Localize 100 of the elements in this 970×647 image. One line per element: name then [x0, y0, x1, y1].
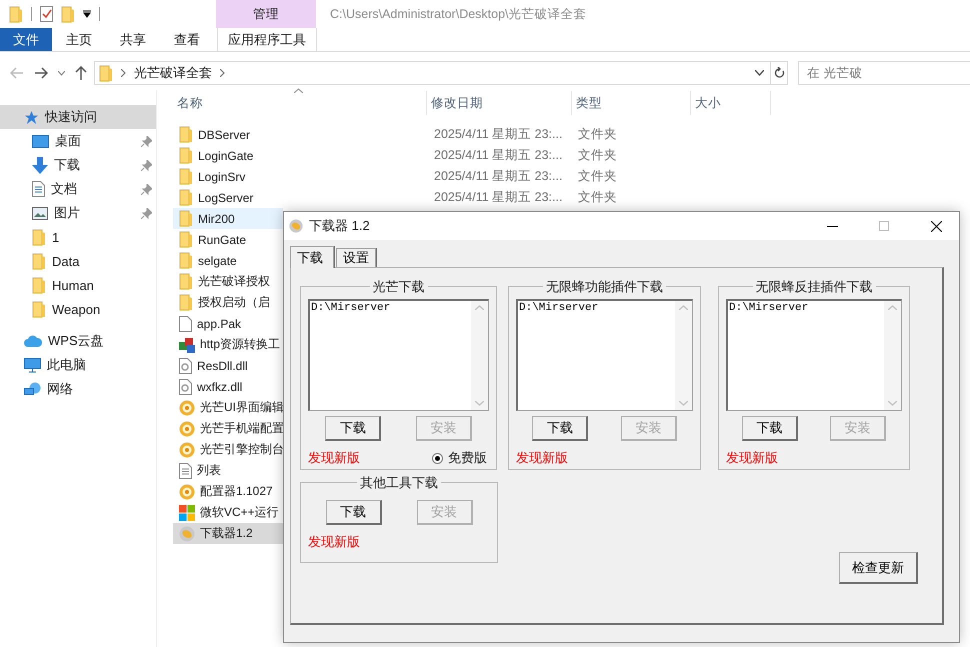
folder-icon — [179, 168, 193, 185]
column-header[interactable]: 类型 — [572, 91, 691, 115]
nav-item[interactable]: Data — [0, 249, 156, 273]
ribbon-tab[interactable]: 主页 — [52, 28, 106, 51]
back-arrow-icon[interactable] — [10, 67, 24, 79]
tab[interactable]: 设置 — [336, 248, 376, 267]
file-row[interactable]: Mir200 — [173, 208, 283, 229]
folder-icon — [99, 64, 114, 82]
nav-item[interactable]: 文档 — [0, 177, 156, 201]
update-notice: 发现新版 — [516, 449, 568, 467]
new-folder-icon — [61, 6, 75, 22]
nav-item[interactable]: 此电脑 — [0, 353, 156, 377]
app-icon — [179, 336, 195, 352]
file-row[interactable]: ResDll.dll — [173, 355, 283, 376]
file-row[interactable]: LoginSrv 2025/4/11 星期五 23:... 文件夹 — [173, 166, 773, 187]
path-text-area[interactable]: D:\Mirserver — [726, 299, 902, 411]
file-row[interactable]: 光芒破译授权 — [173, 271, 283, 292]
file-name: LogServer — [198, 190, 254, 204]
gear-app-icon — [179, 484, 195, 500]
scroll-up-icon[interactable] — [475, 305, 484, 310]
chevron-down-icon[interactable] — [755, 70, 764, 76]
file-row[interactable]: 配置器1.1027 — [173, 481, 283, 502]
close-icon — [930, 220, 942, 232]
properties-icon[interactable] — [40, 6, 53, 22]
file-name: DBServer — [198, 128, 250, 142]
network-icon — [24, 382, 41, 396]
scroll-down-icon[interactable] — [888, 401, 897, 406]
file-row[interactable]: 光芒手机端配置 — [173, 418, 283, 439]
radio-button[interactable] — [432, 452, 443, 464]
chevron-down-icon[interactable] — [58, 70, 65, 76]
nav-item[interactable]: 桌面 — [0, 129, 156, 153]
file-name: 配置器1.1027 — [200, 483, 273, 500]
file-row[interactable]: LogServer 2025/4/11 星期五 23:... 文件夹 — [173, 187, 773, 208]
scrollbar[interactable] — [884, 301, 901, 410]
file-row[interactable]: 下载器1.2 — [173, 523, 283, 544]
address-bar[interactable]: 光芒破译全套 — [94, 61, 772, 85]
file-row[interactable]: DBServer 2025/4/11 星期五 23:... 文件夹 — [173, 124, 773, 145]
ribbon-tab[interactable]: 查看 — [160, 28, 214, 51]
file-name: 下载器1.2 — [200, 525, 253, 542]
refresh-icon[interactable] — [774, 67, 785, 79]
scrollbar[interactable] — [675, 301, 692, 410]
file-row[interactable]: wxfkz.dll — [173, 376, 283, 397]
file-name: LoginGate — [198, 148, 254, 162]
file-row[interactable]: 列表 — [173, 460, 283, 481]
group-title: 无限蜂反挂插件下载 — [752, 278, 876, 296]
column-header[interactable]: 修改日期 — [427, 91, 572, 115]
scrollbar[interactable] — [471, 301, 488, 410]
tab[interactable]: 下载 — [290, 246, 334, 268]
folder-icon — [179, 189, 193, 206]
dialog-title: 下载器 1.2 — [309, 217, 371, 235]
column-header[interactable]: 大小 — [691, 91, 771, 115]
dropdown-icon[interactable] — [83, 10, 91, 18]
nav-item[interactable]: Human — [0, 273, 156, 297]
ribbon-tab[interactable]: 应用程序工具 — [217, 28, 317, 51]
check-update-button[interactable]: 检查更新 — [839, 552, 918, 584]
nav-item[interactable]: 快速访问 — [0, 105, 156, 129]
path-text: D:\Mirserver — [518, 301, 600, 315]
path-text-area[interactable]: D:\Mirserver — [308, 299, 489, 411]
download-button[interactable]: 下载 — [532, 416, 588, 441]
nav-item[interactable]: 1 — [0, 225, 156, 249]
column-header[interactable]: 名称 — [173, 91, 427, 115]
scroll-up-icon[interactable] — [888, 305, 897, 310]
folder-icon — [179, 147, 193, 164]
file-name: LoginSrv — [198, 170, 246, 184]
folder-icon — [32, 252, 46, 270]
up-arrow-icon[interactable] — [75, 66, 87, 80]
file-row[interactable]: 光芒引擎控制台 — [173, 439, 283, 460]
scroll-down-icon[interactable] — [679, 401, 688, 406]
download-button[interactable]: 下载 — [326, 500, 382, 525]
nav-label: 图片 — [54, 204, 81, 222]
file-row[interactable]: RunGate — [173, 229, 283, 250]
nav-item[interactable]: 网络 — [0, 377, 156, 401]
scroll-down-icon[interactable] — [475, 401, 484, 406]
file-row[interactable]: selgate — [173, 250, 283, 271]
file-row[interactable]: 微软VC++运行 — [173, 502, 283, 523]
nav-item[interactable]: 图片 — [0, 201, 156, 225]
nav-item[interactable]: WPS云盘 — [0, 329, 156, 353]
search-field[interactable]: 在 光芒破 — [798, 61, 970, 85]
path-text-area[interactable]: D:\Mirserver — [516, 299, 693, 411]
folder-icon — [179, 273, 193, 290]
scroll-up-icon[interactable] — [679, 305, 688, 310]
download-button[interactable]: 下载 — [742, 416, 798, 441]
ribbon-tab[interactable]: 共享 — [106, 28, 160, 51]
download-button[interactable]: 下载 — [325, 416, 382, 441]
text-file-icon — [179, 462, 192, 478]
path-text: D:\Mirserver — [728, 301, 810, 315]
ribbon-tab[interactable]: 文件 — [0, 28, 52, 51]
breadcrumb[interactable]: 光芒破译全套 — [134, 64, 212, 82]
file-row[interactable]: app.Pak — [173, 313, 283, 334]
file-row[interactable]: http资源转换工 — [173, 334, 283, 355]
file-name: Mir200 — [198, 212, 235, 226]
nav-item[interactable]: 下载 — [0, 153, 156, 177]
nav-item[interactable]: Weapon — [0, 297, 156, 321]
folder-icon — [9, 6, 23, 22]
forward-arrow-icon[interactable] — [34, 67, 48, 79]
file-row[interactable]: 光芒UI界面编辑 — [173, 397, 283, 418]
file-row[interactable]: LoginGate 2025/4/11 星期五 23:... 文件夹 — [173, 145, 773, 166]
file-name: 光芒手机端配置 — [200, 420, 284, 437]
file-name: 光芒UI界面编辑 — [200, 399, 284, 416]
file-row[interactable]: 授权启动（启 — [173, 292, 283, 313]
